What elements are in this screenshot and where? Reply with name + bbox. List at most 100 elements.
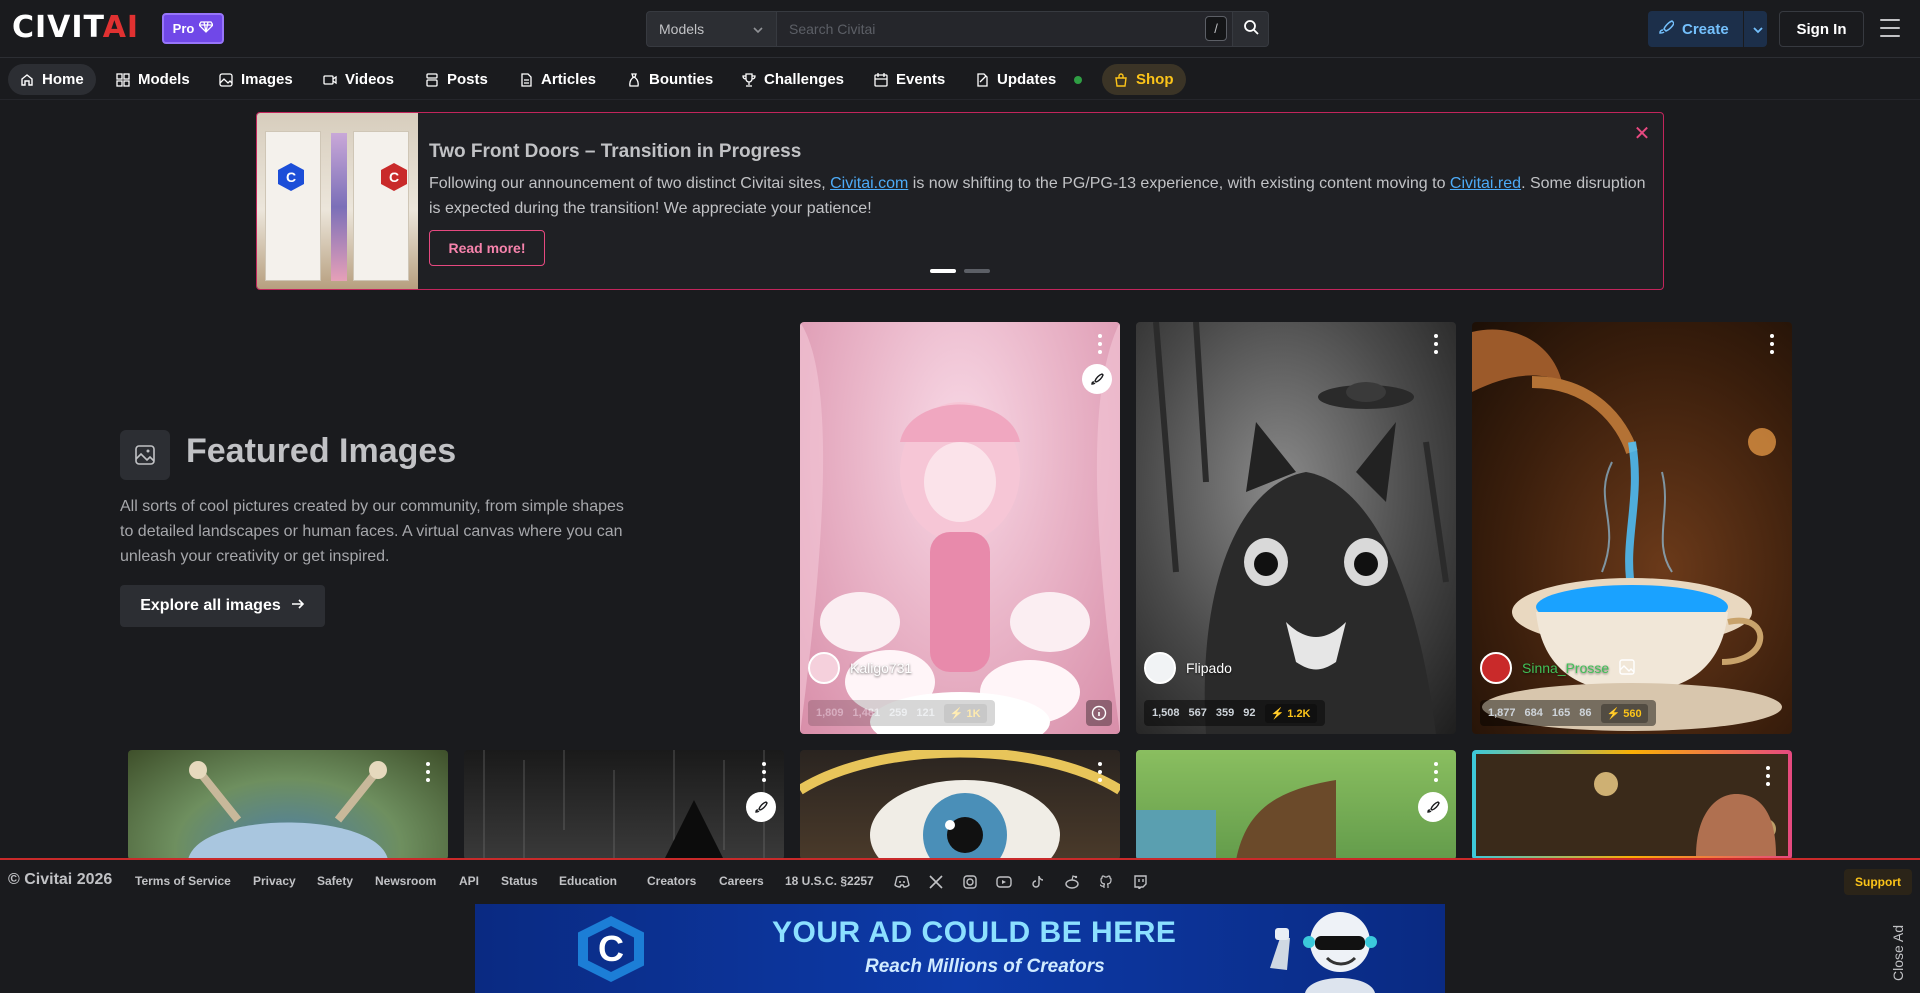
carousel-dots [930, 269, 990, 273]
chevron-down-icon[interactable] [1752, 21, 1764, 38]
logo-text: CIVITAI [12, 10, 140, 45]
twitch-icon[interactable] [1131, 873, 1149, 891]
carousel-dot[interactable] [930, 269, 956, 273]
image-card[interactable]: Sinna_Prosse 1,877 684 165 86 ⚡ 560 [1472, 322, 1792, 734]
nav-item-challenges[interactable]: Challenges [730, 64, 856, 95]
nav-label: Videos [345, 71, 394, 88]
instagram-icon[interactable] [961, 873, 979, 891]
footer-link-creators[interactable]: Creators [647, 874, 696, 888]
buzz-value: 1.2K [1287, 707, 1311, 720]
buzz-badge[interactable]: ⚡ 1K [943, 703, 987, 723]
reddit-icon[interactable] [1063, 873, 1081, 891]
banner-image: C C [257, 113, 418, 289]
search-button[interactable] [1233, 11, 1269, 47]
card-menu-icon[interactable] [1766, 766, 1770, 786]
footer-link-2257[interactable]: 18 U.S.C. §2257 [785, 874, 874, 888]
image-card[interactable] [1136, 750, 1456, 860]
tiktok-icon[interactable] [1029, 873, 1047, 891]
card-menu-icon[interactable] [1434, 334, 1438, 354]
close-icon[interactable]: ✕ [1633, 124, 1651, 144]
stat-value: 121 [916, 707, 935, 719]
nav-item-models[interactable]: Models [104, 64, 202, 95]
ad-banner[interactable]: C YOUR AD COULD BE HERE Reach Millions o… [475, 904, 1445, 993]
card-creator[interactable]: Sinna_Prosse [1480, 652, 1635, 684]
pro-button[interactable]: Pro [162, 13, 224, 44]
door-left [265, 131, 321, 281]
footer-link-newsroom[interactable]: Newsroom [375, 874, 436, 888]
explore-label: Explore all images [140, 597, 281, 614]
discord-icon[interactable] [893, 873, 911, 891]
card-menu-icon[interactable] [1098, 334, 1102, 354]
nav-item-posts[interactable]: Posts [413, 64, 500, 95]
x-icon[interactable] [927, 873, 945, 891]
civitai-logo[interactable]: CIVITAI [12, 10, 140, 45]
featured-photo-icon [120, 430, 170, 480]
image-card[interactable] [1472, 750, 1792, 860]
image-card[interactable]: Kaligo731 1,809 1,481 259 121 ⚡ 1K [800, 322, 1120, 734]
footer-link-api[interactable]: API [459, 874, 479, 888]
card-creator[interactable]: Flipado [1144, 652, 1232, 684]
create-button[interactable]: Create [1648, 11, 1767, 47]
nav-item-updates[interactable]: Updates [963, 64, 1094, 95]
card-creator[interactable]: Kaligo731 [808, 652, 912, 684]
civitai-red-link[interactable]: Civitai.red [1450, 175, 1521, 192]
nav-label: Home [42, 71, 84, 88]
nav-item-bounties[interactable]: Bounties [615, 64, 725, 95]
read-more-button[interactable]: Read more! [429, 230, 545, 266]
nav-item-shop[interactable]: Shop [1102, 64, 1186, 95]
image-card[interactable] [128, 750, 448, 860]
remix-icon[interactable] [746, 792, 776, 822]
nav-label: Updates [997, 71, 1057, 88]
card-menu-icon[interactable] [762, 762, 766, 782]
image-card[interactable]: Flipado 1,508 567 359 92 ⚡ 1.2K [1136, 322, 1456, 734]
menu-burger-icon[interactable] [1880, 19, 1900, 37]
diamond-icon [198, 21, 215, 36]
github-icon[interactable] [1097, 873, 1115, 891]
banner-text: Following our announcement of two distin… [429, 171, 1649, 221]
banner-text-part: Following our announcement of two distin… [429, 175, 831, 192]
close-ad-button[interactable]: Close Ad [1890, 918, 1914, 988]
banner-title: Two Front Doors – Transition in Progress [429, 141, 802, 162]
footer-link-careers[interactable]: Careers [719, 874, 764, 888]
stat-value: 1,809 [816, 707, 844, 719]
search-type-select[interactable]: Models [646, 11, 777, 47]
nav-item-images[interactable]: Images [207, 64, 305, 95]
stat-value: 1,508 [1152, 707, 1180, 719]
card-menu-icon[interactable] [426, 762, 430, 782]
card-menu-icon[interactable] [1434, 762, 1438, 782]
pro-label: Pro [172, 21, 195, 36]
buzz-badge[interactable]: ⚡ 560 [1600, 703, 1648, 723]
civitai-com-link[interactable]: Civitai.com [830, 175, 908, 192]
announcement-banner: C C Two Front Doors – Transition in Prog… [256, 112, 1664, 290]
sign-in-button[interactable]: Sign In [1779, 11, 1864, 47]
card-menu-icon[interactable] [1770, 334, 1774, 354]
brush-icon [1658, 19, 1675, 39]
search-shortcut-key: / [1205, 16, 1227, 41]
explore-all-images-button[interactable]: Explore all images [120, 585, 325, 627]
top-header: CIVITAI Pro Models / Create Si [0, 0, 1920, 58]
nav-item-home[interactable]: Home [8, 64, 96, 95]
image-card[interactable] [800, 750, 1120, 860]
footer-link-privacy[interactable]: Privacy [253, 874, 296, 888]
remix-icon[interactable] [1418, 792, 1448, 822]
support-button[interactable]: Support [1844, 869, 1912, 895]
remix-icon[interactable] [1082, 364, 1112, 394]
buzz-value: 560 [1623, 707, 1642, 720]
image-card[interactable] [464, 750, 784, 860]
search-input[interactable] [777, 11, 1233, 47]
buzz-badge[interactable]: ⚡ 1.2K [1264, 703, 1317, 723]
footer-link-status[interactable]: Status [501, 874, 538, 888]
youtube-icon[interactable] [995, 873, 1013, 891]
nav-item-videos[interactable]: Videos [311, 64, 406, 95]
nav-item-articles[interactable]: Articles [507, 64, 608, 95]
info-icon[interactable] [1086, 700, 1112, 726]
footer-link-terms[interactable]: Terms of Service [135, 874, 231, 888]
footer-link-safety[interactable]: Safety [317, 874, 353, 888]
nav-label: Images [241, 71, 293, 88]
stat-value: 1,877 [1488, 707, 1516, 719]
carousel-dot[interactable] [964, 269, 990, 273]
footer-link-education[interactable]: Education [559, 874, 617, 888]
card-menu-icon[interactable] [1098, 762, 1102, 782]
nav-item-events[interactable]: Events [862, 64, 957, 95]
card-stats: 1,508 567 359 92 ⚡ 1.2K [1144, 700, 1325, 726]
